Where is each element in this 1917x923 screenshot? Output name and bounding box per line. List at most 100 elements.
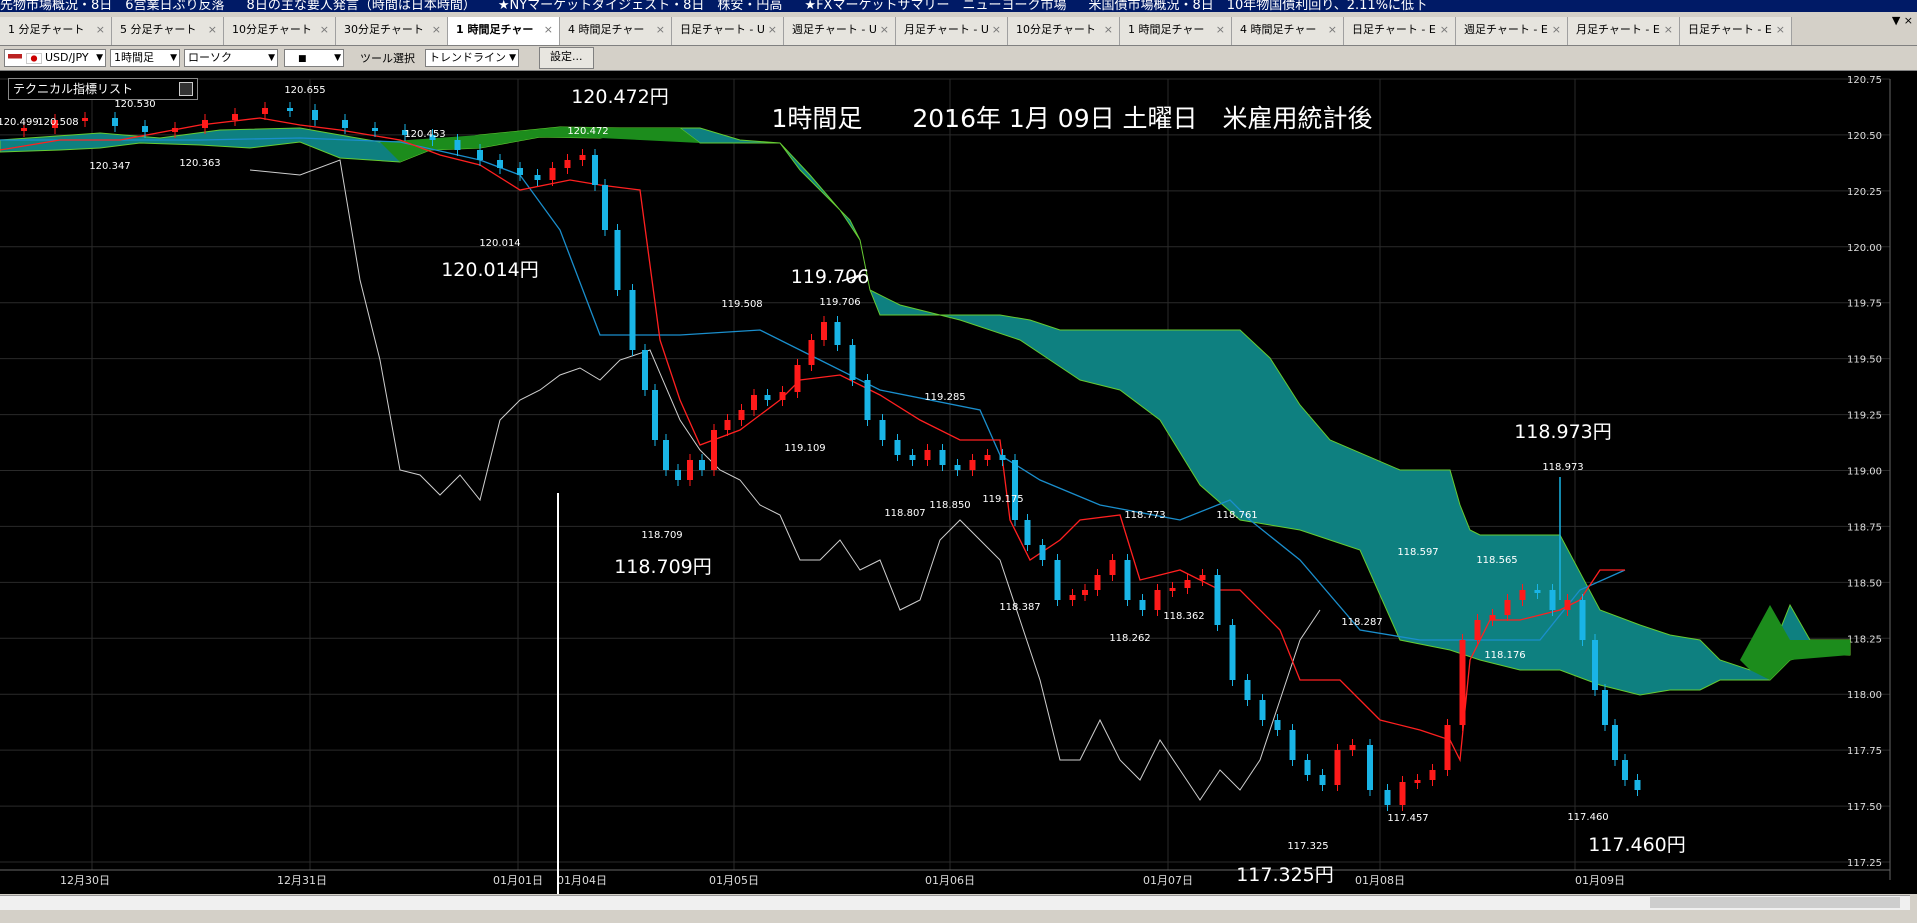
close-icon[interactable]: ×	[544, 17, 553, 43]
candle-body	[477, 150, 483, 160]
chart-tab[interactable]: 週足チャート - E ×	[1456, 17, 1568, 45]
price-chart[interactable]: 120.75 120.50 120.25 120.00 119.75 119.50 119.…	[0, 71, 1917, 894]
chart-tab[interactable]: 日足チャート - E ×	[1344, 17, 1456, 45]
chart-title: 1時間足 2016年 1月 09日 土曜日 米雇用統計後	[771, 104, 1372, 133]
indicator-list-panel[interactable]: テクニカル指標リスト	[8, 78, 198, 100]
candle-body	[262, 108, 268, 114]
price-label: 118.597	[1397, 547, 1438, 558]
close-icon[interactable]: ×	[208, 17, 217, 43]
ticker-item[interactable]: 米国債市場概況・8日 10年物国債利回り、2.11%に低下	[1088, 0, 1427, 12]
timeframe-select[interactable]: 1時間足 ▼	[110, 49, 180, 67]
close-icon[interactable]: ×	[320, 17, 329, 43]
price-label: 117.460	[1567, 812, 1608, 823]
price-label: 120.472	[567, 126, 608, 137]
chevron-down-icon: ▼	[170, 53, 177, 63]
y-axis-tick-label: 117.75	[1847, 746, 1882, 757]
candle-body	[1259, 700, 1266, 720]
chart-type-select[interactable]: ローソク ▼	[184, 49, 278, 67]
close-icon[interactable]: ×	[1328, 17, 1337, 43]
close-icon[interactable]: ×	[96, 17, 105, 43]
candle-body	[1622, 760, 1628, 780]
tenkan-sen-line	[0, 117, 1625, 763]
symbol-select[interactable]: USD/JPY ▼	[4, 49, 106, 67]
candle-body	[738, 410, 745, 420]
candle-body	[1039, 545, 1046, 560]
minimize-icon[interactable]	[179, 82, 193, 96]
price-label: 119.109	[784, 443, 825, 454]
chart-tab[interactable]: 1 分足チャート ×	[0, 17, 112, 45]
ticker-item[interactable]: ★FXマーケットサマリー ニューヨーク市場	[804, 0, 1066, 12]
tool-select[interactable]: トレンドライン ▼	[425, 49, 519, 67]
close-icon[interactable]: ×	[1664, 17, 1673, 43]
chart-type-value: ローソク	[188, 51, 232, 64]
chart-tab[interactable]: 10分足チャート ×	[1008, 17, 1120, 45]
y-axis-tick-label: 117.50	[1847, 802, 1882, 813]
chart-tab[interactable]: 月足チャート - U ×	[896, 17, 1008, 45]
price-label: 118.176	[1484, 650, 1525, 661]
candle-body	[1564, 600, 1571, 610]
candle-body	[849, 345, 856, 380]
y-axis-tick-label: 120.75	[1847, 75, 1882, 86]
candle-body	[642, 350, 648, 390]
price-label: 120.014	[479, 238, 520, 249]
ticker-item[interactable]: ★NYマーケットダイジェスト・8日 株安・円高	[498, 0, 783, 12]
candle-body	[675, 470, 681, 480]
close-icon[interactable]: ×	[656, 17, 665, 43]
chart-tab[interactable]: 1 時間足チャー ×	[448, 17, 560, 45]
ticker-item[interactable]: 先物市場概況・8日 6営業日ぶり反落	[0, 0, 225, 12]
chart-tab[interactable]: 日足チャート - U ×	[672, 17, 784, 45]
candle-body	[1109, 560, 1116, 575]
chart-tab[interactable]: 週足チャート - U ×	[784, 17, 896, 45]
style-select[interactable]: ■ ▼	[284, 49, 344, 67]
close-icon[interactable]: ×	[880, 17, 889, 43]
close-icon[interactable]: ×	[1552, 17, 1561, 43]
close-icon[interactable]: ×	[992, 17, 1001, 43]
tab-label: 月足チャート - E	[1576, 23, 1660, 36]
candle-body	[1444, 725, 1451, 770]
ticker-item[interactable]: 8日の主な要人発言（時間は日本時間）	[247, 0, 476, 12]
close-icon[interactable]: ×	[1440, 17, 1449, 43]
y-axis-tick-label: 117.25	[1847, 858, 1882, 869]
candle-body	[984, 455, 991, 460]
chart-tab[interactable]: 5 分足チャート ×	[112, 17, 224, 45]
price-annotation: 120.014円	[441, 259, 539, 281]
x-axis-tick-label: 12月31日	[277, 874, 327, 887]
chart-tab[interactable]: 日足チャート - E ×	[1680, 17, 1792, 45]
x-axis-tick-label: 01月07日	[1143, 874, 1193, 887]
chart-tab[interactable]: 30分足チャート ×	[336, 17, 448, 45]
close-icon[interactable]: ×	[432, 17, 441, 43]
price-annotation: 118.709円	[614, 556, 712, 578]
close-icon[interactable]: ×	[768, 17, 777, 43]
chart-tab[interactable]: 1 時間足チャー ×	[1120, 17, 1232, 45]
candle-body	[1082, 590, 1088, 595]
close-icon[interactable]: ×	[1216, 17, 1225, 43]
candle-body	[592, 155, 598, 185]
candle-body	[794, 365, 801, 392]
price-label: 119.706	[819, 297, 860, 308]
candle-body	[1054, 560, 1061, 600]
candle-body	[1124, 560, 1131, 600]
settings-button[interactable]: 設定...	[539, 47, 594, 69]
tab-controls[interactable]: ▼ ×	[1892, 14, 1913, 27]
chart-tab[interactable]: 4 時間足チャー ×	[560, 17, 672, 45]
candle-body	[1414, 780, 1421, 783]
candle-body	[1384, 790, 1391, 805]
candle-body	[1069, 595, 1076, 600]
candle-body	[232, 114, 238, 120]
x-axis-tick-label: 01月08日	[1355, 874, 1405, 887]
candle-body	[699, 460, 705, 470]
chart-toolbar: USD/JPY ▼ 1時間足 ▼ ローソク ▼ ■ ▼ ツール選択 トレンドライ…	[0, 46, 1917, 71]
chart-tab[interactable]: 10分足チャート ×	[224, 17, 336, 45]
scrollbar-thumb[interactable]	[1650, 897, 1900, 908]
tab-label: 週足チャート - E	[1464, 23, 1548, 36]
chart-tab[interactable]: 月足チャート - E ×	[1568, 17, 1680, 45]
candle-body	[454, 140, 461, 150]
symbol-value: USD/JPY	[45, 51, 89, 64]
chart-tab[interactable]: 4 時間足チャー ×	[1232, 17, 1344, 45]
close-icon[interactable]: ×	[1104, 17, 1113, 43]
horizontal-scrollbar[interactable]	[0, 895, 1910, 910]
close-icon[interactable]: ×	[1776, 17, 1785, 43]
candle-body	[724, 420, 731, 430]
news-ticker[interactable]: 先物市場概況・8日 6営業日ぶり反落 8日の主な要人発言（時間は日本時間） ★NYマ…	[0, 0, 1917, 12]
candle-body	[1349, 745, 1356, 750]
